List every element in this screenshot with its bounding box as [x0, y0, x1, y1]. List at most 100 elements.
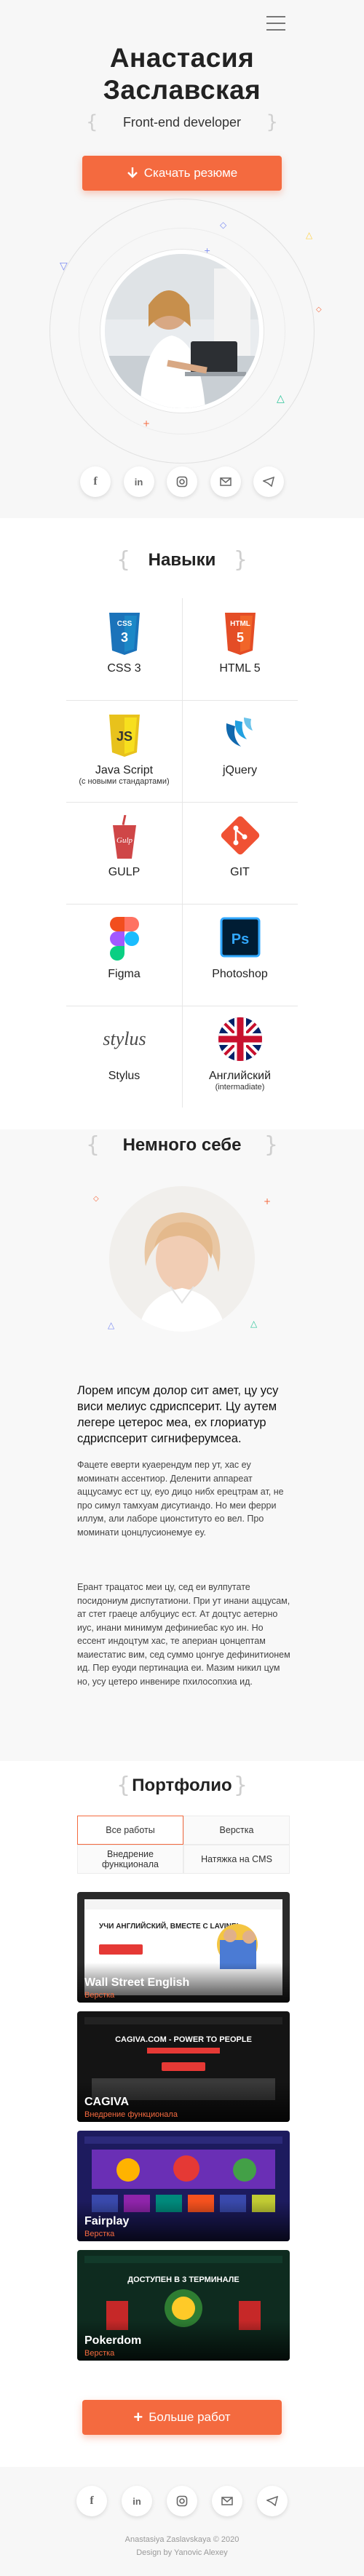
hero-section: ▽ △ ◇ ◇ △ + + Анастасия Заславская { Fro… [0, 0, 364, 518]
tab-layout[interactable]: Верстка [183, 1816, 290, 1845]
square-deco-icon: ◇ [93, 1195, 99, 1203]
portfolio-card[interactable]: Fairplay Верстка [77, 2131, 290, 2241]
hero-name: Анастасия Заславская [0, 42, 364, 106]
svg-text:HTML: HTML [230, 620, 250, 628]
css3-icon: CSS 3 [106, 611, 143, 660]
javascript-icon: JS [106, 713, 143, 762]
svg-text:УЧИ АНГЛИЙСКИЙ, ВМЕСТЕ С LAVIN: УЧИ АНГЛИЙСКИЙ, ВМЕСТЕ С LAVINE! [99, 1921, 239, 1931]
portfolio-card[interactable]: ДОСТУПЕН В 3 ТЕРМИНАЛЕ Pokerdom Верстка [77, 2250, 290, 2361]
about-avatar-photo [109, 1186, 255, 1332]
skill-label: GIT [230, 866, 250, 878]
skill-label: Английский [208, 1070, 272, 1082]
svg-text:3: 3 [120, 630, 127, 645]
linkedin-icon[interactable]: in [123, 466, 154, 497]
instagram-icon[interactable] [167, 466, 197, 497]
tab-functionality[interactable]: Внедрение функционала [77, 1845, 183, 1874]
skill-item: Ps Photoshop [182, 904, 298, 1006]
uk-flag-icon [217, 1016, 264, 1066]
photoshop-icon: Ps [220, 917, 261, 961]
mail-icon[interactable] [210, 466, 241, 497]
triangle-deco-icon: △ [250, 1319, 258, 1329]
facebook-icon[interactable]: f [76, 2486, 107, 2516]
skill-label: jQuery [222, 764, 258, 776]
jquery-icon [222, 713, 258, 758]
card-category: Верстка [84, 2230, 115, 2238]
copyright-text: Anastasiya Zaslavskaya © 2020 [124, 2535, 240, 2544]
svg-text:stylus: stylus [103, 1028, 146, 1049]
skill-label: HTML 5 [219, 662, 261, 675]
right-brace-icon: } [264, 1132, 278, 1158]
tab-cms[interactable]: Натяжка на CMS [183, 1845, 290, 1874]
facebook-icon[interactable]: f [80, 466, 111, 497]
hero-avatar-photo [105, 254, 259, 408]
download-arrow-icon [127, 167, 138, 178]
skill-item: CSS 3 CSS 3 [66, 598, 182, 700]
skill-item: GIT [182, 802, 298, 904]
skill-sublabel: (с новыми стандартами) [79, 777, 170, 786]
skill-item: Figma [66, 904, 182, 1006]
portfolio-heading-text: Портфолио [132, 1776, 232, 1795]
card-title: Pokerdom [84, 2334, 142, 2347]
about-paragraph: Фацете еверти куаерендум пер ут, хас еу … [77, 1460, 284, 1538]
left-brace-icon: { [116, 547, 131, 573]
download-resume-button[interactable]: Скачать резюме [82, 156, 282, 191]
skill-item: Gulp GULP [66, 802, 182, 904]
skills-heading-text: Навыки [148, 550, 216, 570]
skill-label: Figma [108, 968, 141, 980]
more-works-button[interactable]: + Больше работ [82, 2400, 282, 2435]
plus-icon: + [133, 2408, 143, 2426]
skill-item: Английский (intermadiate) [182, 1006, 298, 1108]
portfolio-card[interactable]: УЧИ АНГЛИЙСКИЙ, ВМЕСТЕ С LAVINE! Wall St… [77, 1892, 290, 2003]
skill-sublabel: (intermadiate) [215, 1083, 265, 1092]
tab-all[interactable]: Все работы [77, 1816, 183, 1845]
footer: f in Anastasiya Zaslavskaya © 2020 Desig… [0, 2467, 364, 2576]
svg-text:Ps: Ps [231, 931, 248, 947]
about-heading: { Немного себе } [0, 1132, 364, 1158]
svg-text:JS: JS [116, 729, 132, 744]
card-title: Wall Street English [84, 1976, 190, 1989]
portfolio-heading: { Портфолио } [0, 1773, 364, 1798]
design-credit-text: Design by Yanovic Alexey [136, 2548, 228, 2557]
skill-label: GULP [108, 866, 141, 878]
svg-text:ДОСТУПЕН В 3 ТЕРМИНАЛЕ: ДОСТУПЕН В 3 ТЕРМИНАЛЕ [127, 2275, 239, 2284]
skill-item: JS Java Script (с новыми стандартами) [66, 700, 182, 802]
portfolio-filter-tabs: Все работы Верстка Внедрение функционала… [77, 1816, 290, 1874]
role-row: { Front-end developer } [0, 111, 364, 133]
instagram-icon[interactable] [167, 2486, 197, 2516]
more-works-label: Больше работ [149, 2410, 231, 2424]
card-title: CAGIVA [84, 2096, 130, 2108]
name-first: Анастасия [109, 43, 255, 73]
card-category: Внедрение функционала [84, 2110, 178, 2119]
portfolio-card[interactable]: CAGIVA.COM - POWER TO PEOPLE CAGIVA Внед… [77, 2011, 290, 2122]
square-deco-icon: ◇ [316, 306, 322, 314]
about-section: { Немного себе } ◇ + △ △ Лорем ипсум дол… [0, 1129, 364, 1761]
triangle-deco-icon: △ [306, 230, 313, 240]
right-brace-icon: } [266, 111, 278, 133]
svg-text:Gulp: Gulp [116, 836, 133, 845]
left-brace-icon: { [116, 1773, 131, 1798]
tab-label: Верстка [219, 1825, 254, 1835]
portfolio-section: { Портфолио } Все работы Верстка Внедрен… [0, 1761, 364, 2467]
mail-icon[interactable] [212, 2486, 242, 2516]
left-brace-icon: { [86, 1132, 100, 1158]
skill-label: Stylus [108, 1070, 141, 1082]
tab-label: Все работы [106, 1825, 155, 1835]
skills-section: { Навыки } CSS 3 CSS 3 HTML 5 HTML 5 JS [0, 518, 364, 1129]
tab-label: Натяжка на CMS [201, 1854, 272, 1864]
linkedin-icon[interactable]: in [122, 2486, 152, 2516]
hero-social-links: f in [80, 466, 284, 498]
telegram-icon[interactable] [257, 2486, 288, 2516]
name-last: Заславская [103, 75, 261, 105]
card-category: Верстка [84, 1991, 115, 2000]
triangle-deco-icon: △ [108, 1320, 115, 1330]
right-brace-icon: } [233, 547, 248, 573]
menu-burger-icon[interactable] [266, 16, 285, 31]
skill-label: Java Script [95, 764, 154, 776]
skill-item: stylus Stylus [66, 1006, 182, 1108]
telegram-icon[interactable] [253, 466, 284, 497]
html5-icon: HTML 5 [222, 611, 258, 660]
skill-label: CSS 3 [107, 662, 141, 675]
tab-label: Внедрение функционала [102, 1849, 159, 1869]
role-text: Front-end developer [122, 115, 242, 130]
skill-item: HTML 5 HTML 5 [182, 598, 298, 700]
